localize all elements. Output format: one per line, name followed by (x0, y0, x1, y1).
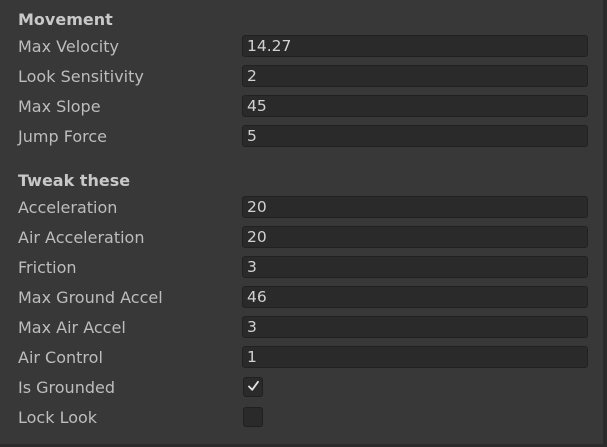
field-row-air-acceleration: Air Acceleration 20 (0, 223, 600, 253)
max-air-accel-input[interactable]: 3 (242, 316, 588, 338)
section-header-movement: Movement (18, 10, 113, 29)
field-row-max-air-accel: Max Air Accel 3 (0, 313, 600, 343)
field-label: Max Ground Accel (18, 288, 163, 307)
acceleration-input[interactable]: 20 (242, 196, 588, 218)
jump-force-input[interactable]: 5 (242, 125, 588, 147)
look-sensitivity-input[interactable]: 2 (242, 65, 588, 87)
field-row-acceleration: Acceleration 20 (0, 193, 600, 223)
toggle-row-is-grounded: Is Grounded (0, 373, 600, 403)
max-velocity-input[interactable]: 14.27 (242, 35, 588, 57)
air-acceleration-input[interactable]: 20 (242, 226, 588, 248)
toggle-label: Is Grounded (18, 378, 115, 397)
field-label: Jump Force (18, 127, 107, 146)
field-label: Air Acceleration (18, 228, 145, 247)
field-row-max-velocity: Max Velocity 14.27 (0, 32, 600, 62)
field-row-air-control: Air Control 1 (0, 343, 600, 373)
field-row-friction: Friction 3 (0, 253, 600, 283)
panel-right-edge (603, 0, 607, 447)
inspector-panel: Movement Max Velocity 14.27 Look Sensiti… (0, 0, 607, 447)
field-label: Max Velocity (18, 37, 119, 56)
lock-look-checkbox[interactable] (243, 407, 263, 427)
field-label: Friction (18, 258, 77, 277)
field-label: Air Control (18, 348, 103, 367)
toggle-label: Lock Look (18, 408, 98, 427)
field-row-max-slope: Max Slope 45 (0, 92, 600, 122)
section-header-tweak: Tweak these (18, 171, 131, 190)
field-label: Max Air Accel (18, 318, 126, 337)
field-label: Look Sensitivity (18, 67, 144, 86)
checkmark-icon (248, 380, 259, 391)
field-row-look-sensitivity: Look Sensitivity 2 (0, 62, 600, 92)
max-ground-accel-input[interactable]: 46 (242, 286, 588, 308)
field-label: Acceleration (18, 198, 118, 217)
toggle-row-lock-look: Lock Look (0, 403, 600, 433)
air-control-input[interactable]: 1 (242, 346, 588, 368)
max-slope-input[interactable]: 45 (242, 95, 588, 117)
friction-input[interactable]: 3 (242, 256, 588, 278)
is-grounded-checkbox[interactable] (243, 377, 263, 397)
field-label: Max Slope (18, 97, 101, 116)
field-row-jump-force: Jump Force 5 (0, 122, 600, 152)
field-row-max-ground-accel: Max Ground Accel 46 (0, 283, 600, 313)
